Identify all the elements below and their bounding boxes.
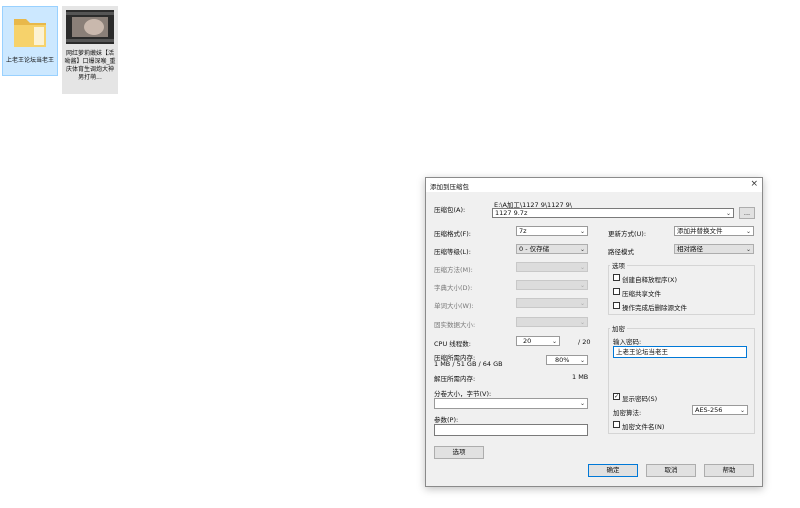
- desktop-video-item[interactable]: 网红萝莉嫩妹【活呦酱】口爆深喉_重庆体育生调炮大神男打萌...: [62, 6, 118, 94]
- params-input[interactable]: [434, 424, 588, 436]
- dict-select: ⌄: [516, 280, 588, 290]
- chevron-down-icon: ⌄: [579, 246, 585, 253]
- cpu-label: CPU 线程数:: [434, 340, 471, 348]
- video-thumbnail-icon: [66, 10, 114, 44]
- word-select: ⌄: [516, 298, 588, 308]
- browse-button[interactable]: ...: [739, 207, 755, 219]
- chevron-down-icon: ⌄: [579, 400, 585, 407]
- encryption-group-label: 加密: [610, 323, 627, 333]
- password-value: 上老王论坛当老王: [616, 348, 668, 356]
- archive-label: 压缩包(A):: [434, 206, 466, 214]
- mem-percent-value: 80%: [555, 356, 570, 364]
- cancel-button[interactable]: 取消: [646, 464, 696, 477]
- video-label: 网红萝莉嫩妹【活呦酱】口爆深喉_重庆体育生调炮大神男打萌...: [64, 50, 116, 81]
- format-select[interactable]: 7z ⌄: [516, 226, 588, 236]
- chevron-down-icon: ⌄: [579, 300, 585, 307]
- options-group-label: 选项: [610, 260, 627, 270]
- password-input[interactable]: 上老王论坛当老王: [613, 346, 747, 358]
- method-select: ⌄: [516, 262, 588, 272]
- update-mode-value: 添加并替换文件: [677, 227, 723, 235]
- solid-label: 固实数据大小:: [434, 321, 476, 329]
- shared-label: 压缩共享文件: [622, 290, 661, 298]
- chevron-down-icon: ⌄: [745, 246, 751, 253]
- level-value: 0 - 仅存储: [519, 245, 550, 253]
- split-label: 分卷大小，字节(V):: [434, 390, 492, 398]
- path-mode-label: 路径模式: [608, 248, 634, 256]
- encrypt-names-checkbox[interactable]: [613, 421, 620, 428]
- add-to-archive-dialog: 添加到压缩包 × 压缩包(A): E:\A加工\1127 9\1127 9\ 1…: [425, 177, 763, 487]
- dialog-title: 添加到压缩包: [430, 183, 469, 191]
- folder-label: 上老王论坛当老王: [5, 57, 54, 64]
- format-label: 压缩格式(F):: [434, 230, 472, 238]
- update-mode-select[interactable]: 添加并替换文件 ⌄: [674, 226, 754, 236]
- split-size-select[interactable]: ⌄: [434, 398, 588, 409]
- sfx-label: 创建自释放程序(X): [622, 276, 678, 284]
- chevron-down-icon: ⌄: [725, 210, 731, 217]
- cpu-threads-select[interactable]: 20 ⌄: [516, 336, 560, 346]
- dict-label: 字典大小(D):: [434, 284, 473, 292]
- mem-percent-select[interactable]: 80% ⌄: [546, 355, 588, 365]
- path-mode-value: 相对路径: [677, 245, 703, 253]
- ok-button[interactable]: 确定: [588, 464, 638, 477]
- options-button[interactable]: 选项: [434, 446, 484, 459]
- chevron-down-icon: ⌄: [579, 228, 585, 235]
- desktop-folder-item[interactable]: 上老王论坛当老王: [2, 6, 58, 76]
- show-password-checkbox[interactable]: ✓: [613, 393, 620, 400]
- params-label: 参数(P):: [434, 416, 459, 424]
- decomp-label: 解压所需内存:: [434, 375, 476, 383]
- chevron-down-icon: ⌄: [579, 282, 585, 289]
- solid-select: ⌄: [516, 317, 588, 327]
- chevron-down-icon: ⌄: [579, 264, 585, 271]
- chevron-down-icon: ⌄: [551, 338, 557, 345]
- enc-method-select[interactable]: AES-256 ⌄: [692, 405, 748, 415]
- path-mode-select[interactable]: 相对路径 ⌄: [674, 244, 754, 254]
- update-label: 更新方式(U):: [608, 230, 647, 238]
- checkmark-icon: ✓: [614, 393, 620, 400]
- enc-method-value: AES-256: [695, 406, 723, 414]
- archive-name-value: 1127 9.7z: [495, 209, 528, 217]
- password-label: 输入密码:: [613, 338, 642, 346]
- decomp-value: 1 MB: [572, 373, 589, 381]
- delete-source-checkbox[interactable]: [613, 302, 620, 309]
- chevron-down-icon: ⌄: [579, 357, 585, 364]
- level-select[interactable]: 0 - 仅存储 ⌄: [516, 244, 588, 254]
- cpu-threads-value: 20: [523, 337, 532, 345]
- archive-name-combo[interactable]: 1127 9.7z ⌄: [492, 208, 734, 218]
- chevron-down-icon: ⌄: [579, 319, 585, 326]
- word-label: 单词大小(W):: [434, 302, 474, 310]
- sfx-checkbox[interactable]: [613, 274, 620, 281]
- shared-checkbox[interactable]: [613, 288, 620, 295]
- enc-method-label: 加密算法:: [613, 409, 642, 417]
- dialog-titlebar: 添加到压缩包 ×: [426, 178, 762, 192]
- mem-detail: 1 MB / 51 GB / 64 GB: [434, 360, 503, 368]
- show-password-label: 显示密码(S): [622, 395, 658, 403]
- encrypt-names-label: 加密文件名(N): [622, 423, 665, 431]
- method-label: 压缩方法(M):: [434, 266, 473, 274]
- chevron-down-icon: ⌄: [739, 407, 745, 414]
- help-button[interactable]: 帮助: [704, 464, 754, 477]
- cpu-total: / 20: [578, 338, 591, 346]
- level-label: 压缩等级(L):: [434, 248, 471, 256]
- delete-source-label: 操作完成后删除源文件: [622, 304, 687, 312]
- folder-icon: [14, 19, 46, 47]
- chevron-down-icon: ⌄: [745, 228, 751, 235]
- format-value: 7z: [519, 227, 527, 235]
- close-icon[interactable]: ×: [750, 179, 758, 189]
